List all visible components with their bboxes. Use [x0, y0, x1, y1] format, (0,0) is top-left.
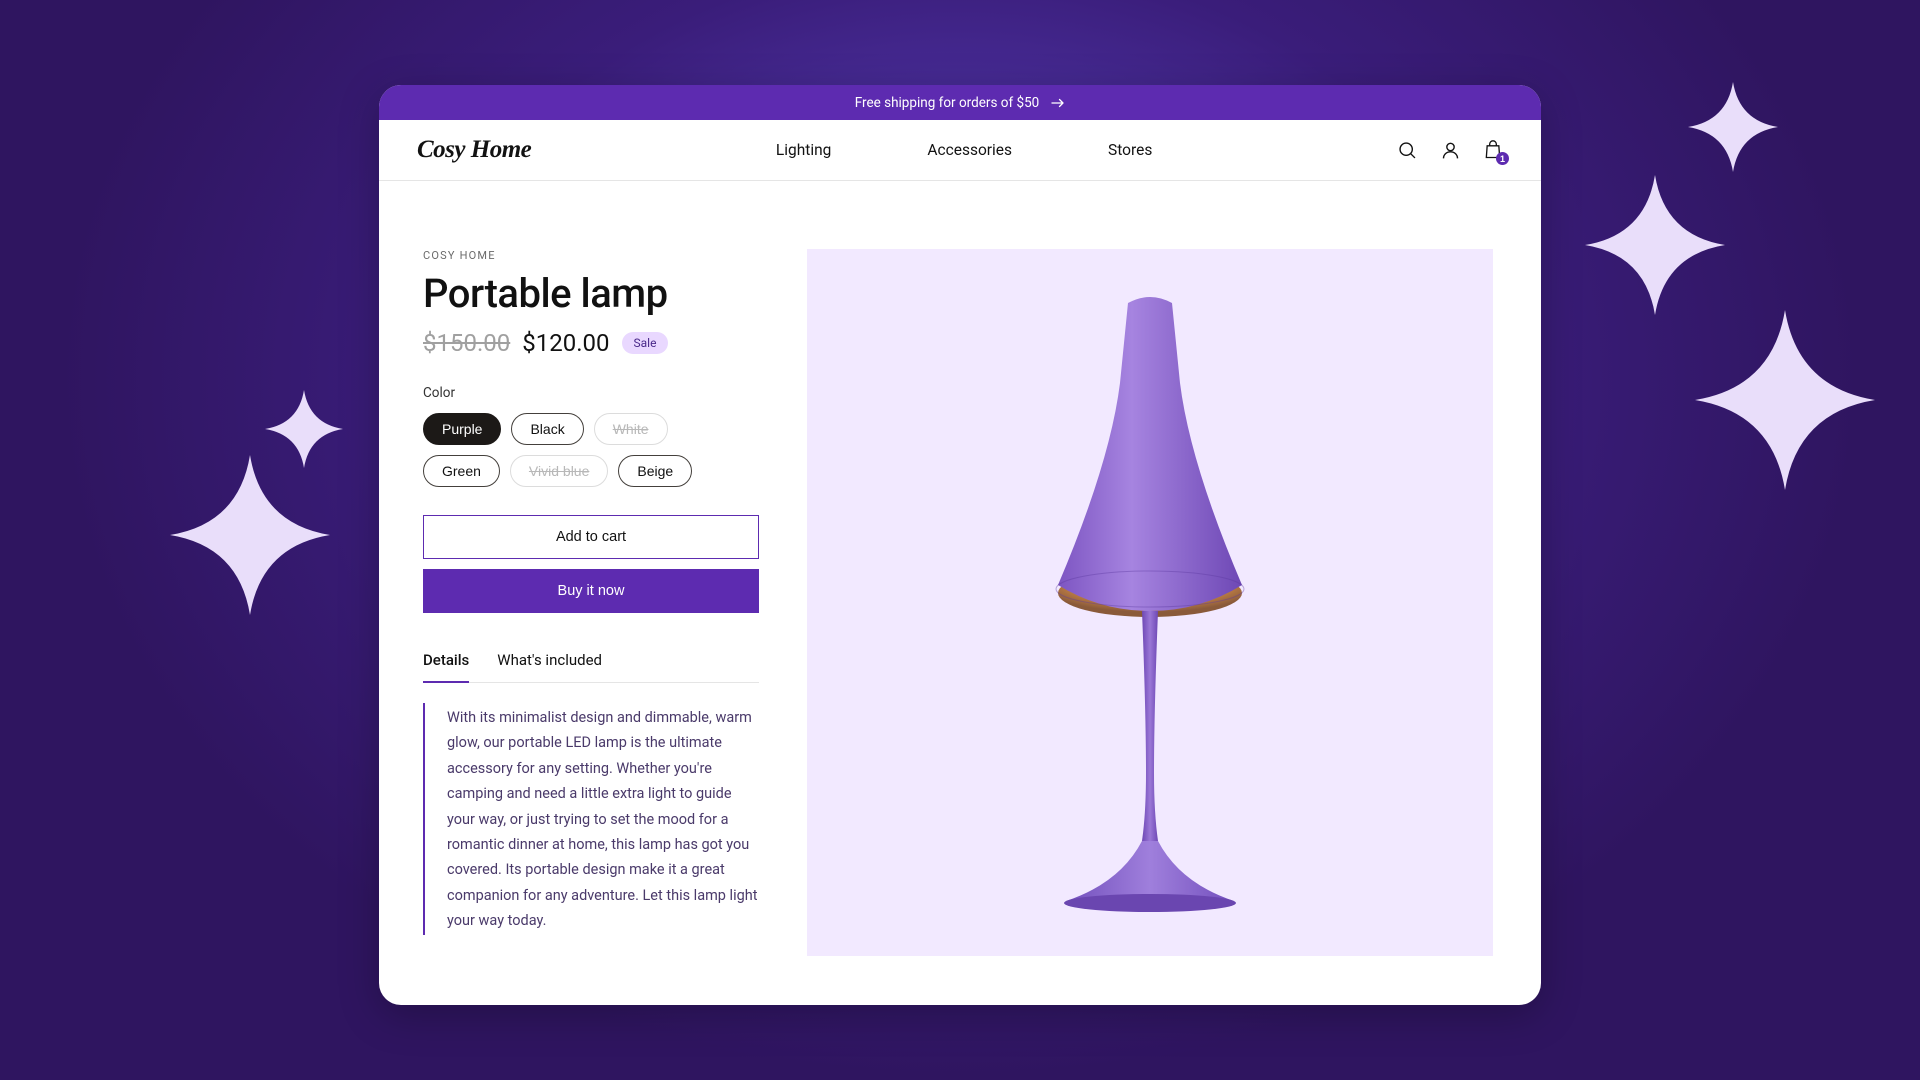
add-to-cart-button[interactable]: Add to cart	[423, 515, 759, 559]
color-chip-beige[interactable]: Beige	[618, 455, 692, 487]
product-tabs: Details What's included	[423, 651, 759, 683]
price-compare: $150.00	[423, 329, 510, 357]
tab-details[interactable]: Details	[423, 651, 469, 683]
buy-now-button[interactable]: Buy it now	[423, 569, 759, 613]
color-options: Purple Black White Green Vivid blue Beig…	[423, 413, 703, 487]
tab-whats-included[interactable]: What's included	[497, 651, 602, 682]
color-chip-black[interactable]: Black	[511, 413, 583, 445]
product-description: With its minimalist design and dimmable,…	[447, 705, 759, 933]
price-row: $150.00 $120.00 Sale	[423, 329, 759, 357]
search-button[interactable]	[1397, 140, 1418, 161]
product-vendor: COSY HOME	[423, 249, 759, 262]
sparkle-icon	[170, 455, 330, 615]
main-nav: Lighting Accessories Stores	[531, 141, 1397, 159]
header-icons: 1	[1397, 139, 1503, 161]
product-info-column: COSY HOME Portable lamp $150.00 $120.00 …	[423, 249, 759, 1005]
product-page: COSY HOME Portable lamp $150.00 $120.00 …	[379, 181, 1541, 1005]
color-chip-vivid-blue: Vivid blue	[510, 455, 608, 487]
site-header: Cosy Home Lighting Accessories Stores 1	[379, 120, 1541, 181]
cart-button[interactable]: 1	[1483, 139, 1503, 161]
announcement-text: Free shipping for orders of $50	[855, 95, 1040, 111]
search-icon	[1397, 140, 1418, 161]
description-block: With its minimalist design and dimmable,…	[423, 703, 759, 935]
color-chip-green[interactable]: Green	[423, 455, 500, 487]
announcement-banner[interactable]: Free shipping for orders of $50	[379, 85, 1541, 120]
arrow-right-icon	[1051, 98, 1065, 108]
sale-badge: Sale	[622, 332, 669, 354]
site-logo[interactable]: Cosy Home	[417, 136, 531, 164]
sparkle-icon	[1585, 175, 1725, 315]
color-chip-purple[interactable]: Purple	[423, 413, 501, 445]
product-title: Portable lamp	[423, 270, 759, 317]
nav-link-lighting[interactable]: Lighting	[776, 141, 831, 159]
option-label-color: Color	[423, 385, 759, 401]
user-icon	[1440, 140, 1461, 161]
lamp-illustration	[1020, 293, 1280, 913]
product-media-column	[807, 249, 1493, 1005]
nav-link-stores[interactable]: Stores	[1108, 141, 1152, 159]
product-image[interactable]	[807, 249, 1493, 956]
price-current: $120.00	[522, 329, 609, 357]
cart-count-badge: 1	[1496, 152, 1509, 165]
sparkle-icon	[265, 390, 343, 468]
app-window: Free shipping for orders of $50 Cosy Hom…	[379, 85, 1541, 1005]
color-chip-white: White	[594, 413, 668, 445]
sparkle-icon	[1695, 310, 1875, 490]
account-button[interactable]	[1440, 140, 1461, 161]
page-background: Free shipping for orders of $50 Cosy Hom…	[0, 0, 1920, 1080]
sparkle-icon	[1688, 82, 1778, 172]
nav-link-accessories[interactable]: Accessories	[927, 141, 1012, 159]
